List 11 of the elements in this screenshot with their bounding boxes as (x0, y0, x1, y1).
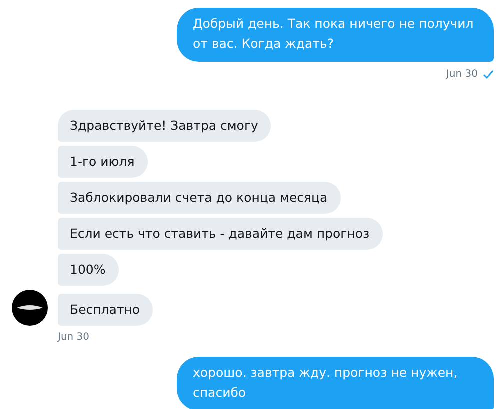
message-bubble: Здравствуйте! Завтра смогу (58, 110, 272, 142)
message-bubble: 100% (58, 254, 119, 286)
message-time: Jun 30 (446, 69, 478, 80)
message-bubble: хорошо. завтра жду. прогноз не нужен, спасибо (177, 357, 494, 409)
message-bubble: 1-го июля (58, 146, 148, 178)
message-bubble: Заблокировали счета до конца месяца (58, 182, 341, 214)
message-time: Jun 30 (58, 332, 90, 343)
message-bubble: Бесплатно (58, 294, 154, 326)
message-bubble: Добрый день. Так пока ничего не получил от вас. Когда ждать? (177, 8, 494, 62)
avatar[interactable] (12, 290, 48, 326)
message-bubble: Если есть что ставить - давайте дам прогноз (58, 218, 383, 250)
